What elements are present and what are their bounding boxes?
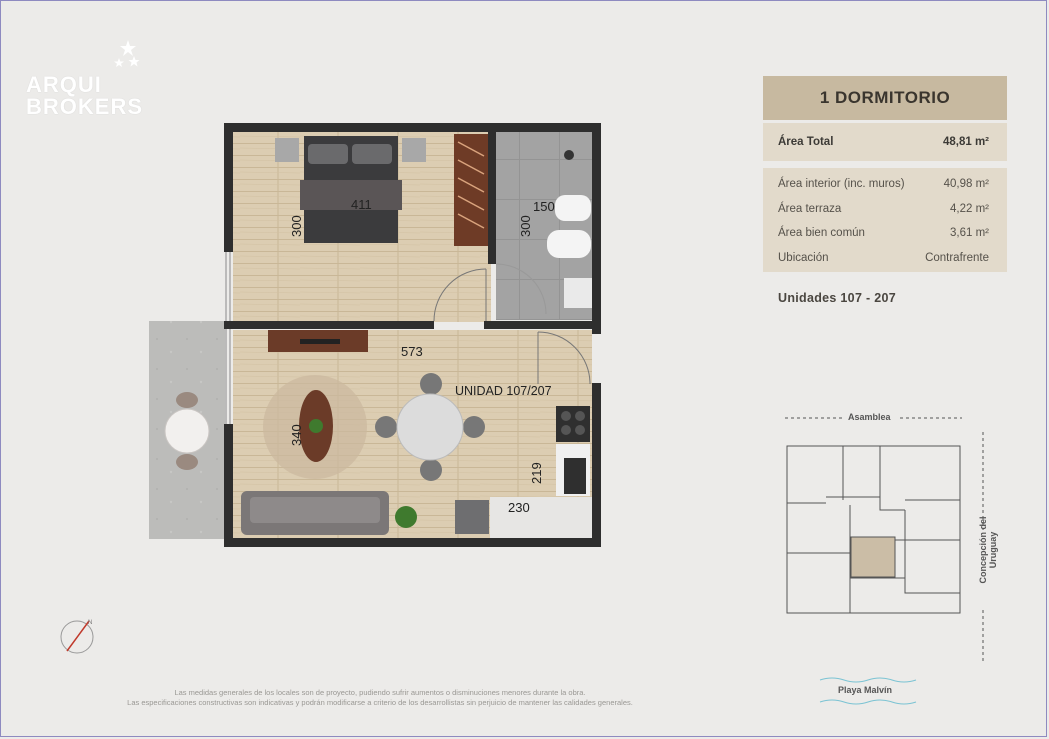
unit-info-card: 1 DORMITORIO Área Total 48,81 m² Área in… (763, 76, 1007, 272)
sofa (241, 491, 389, 535)
area-row-label: Área bien común (778, 227, 865, 240)
area-row: Área interior (inc. muros) 40,98 m² (763, 172, 1007, 197)
site-map (785, 417, 984, 662)
dim-kitchen-width: 230 (508, 500, 530, 515)
area-row-value: 40,98 m² (943, 178, 989, 191)
area-row: Área bien común 3,61 m² (763, 221, 1007, 246)
disclaimer-line2: Las especificaciones constructivas son i… (127, 698, 633, 707)
dim-living-width: 573 (401, 344, 423, 359)
area-row-label: Área interior (inc. muros) (778, 178, 905, 191)
dim-bedroom-height: 300 (289, 215, 304, 237)
dim-bedroom-width: 411 (351, 197, 372, 212)
street-asamblea: Asamblea (848, 412, 891, 422)
unit-label: UNIDAD 107/207 (455, 384, 552, 398)
tv-unit (268, 330, 368, 352)
windows (225, 252, 231, 424)
area-row-value: 4,22 m² (950, 202, 989, 215)
stool (455, 500, 489, 534)
unit-type-title: 1 DORMITORIO (763, 76, 1007, 120)
street-concepcion: Concepción del Uruguay (978, 516, 998, 584)
disclaimer-line1: Las medidas generales de los locales son… (174, 688, 586, 697)
area-row-value: 3,61 m² (950, 227, 989, 240)
kitchen-appliances (556, 406, 590, 496)
area-row: Área terraza 4,22 m² (763, 197, 1007, 222)
compass-icon: N (60, 620, 94, 654)
units-label: Unidades 107 - 207 (778, 291, 896, 305)
dim-bath-width: 150 (533, 199, 555, 214)
total-area-row: Área Total 48,81 m² (763, 123, 1007, 161)
plant (309, 419, 323, 433)
playa-malvin-label: Playa Malvín (838, 685, 893, 695)
plant-2 (395, 506, 417, 528)
closet (454, 134, 488, 246)
area-row: Ubicación Contrafrente (763, 246, 1007, 271)
svg-text:N: N (88, 620, 92, 626)
total-area-label: Área Total (778, 136, 834, 148)
disclaimer: Las medidas generales de los locales son… (70, 688, 690, 708)
area-details: Área interior (inc. muros) 40,98 m² Área… (763, 168, 1007, 272)
dim-living-height: 340 (289, 424, 304, 446)
dim-kitchen-height: 219 (529, 462, 544, 484)
total-area-value: 48,81 m² (942, 136, 989, 148)
kitchen-counter (490, 497, 592, 539)
area-row-label: Área terraza (778, 202, 842, 215)
area-row-value: Contrafrente (925, 251, 989, 264)
dim-bath-height: 300 (518, 215, 533, 237)
area-row-label: Ubicación (778, 251, 829, 264)
